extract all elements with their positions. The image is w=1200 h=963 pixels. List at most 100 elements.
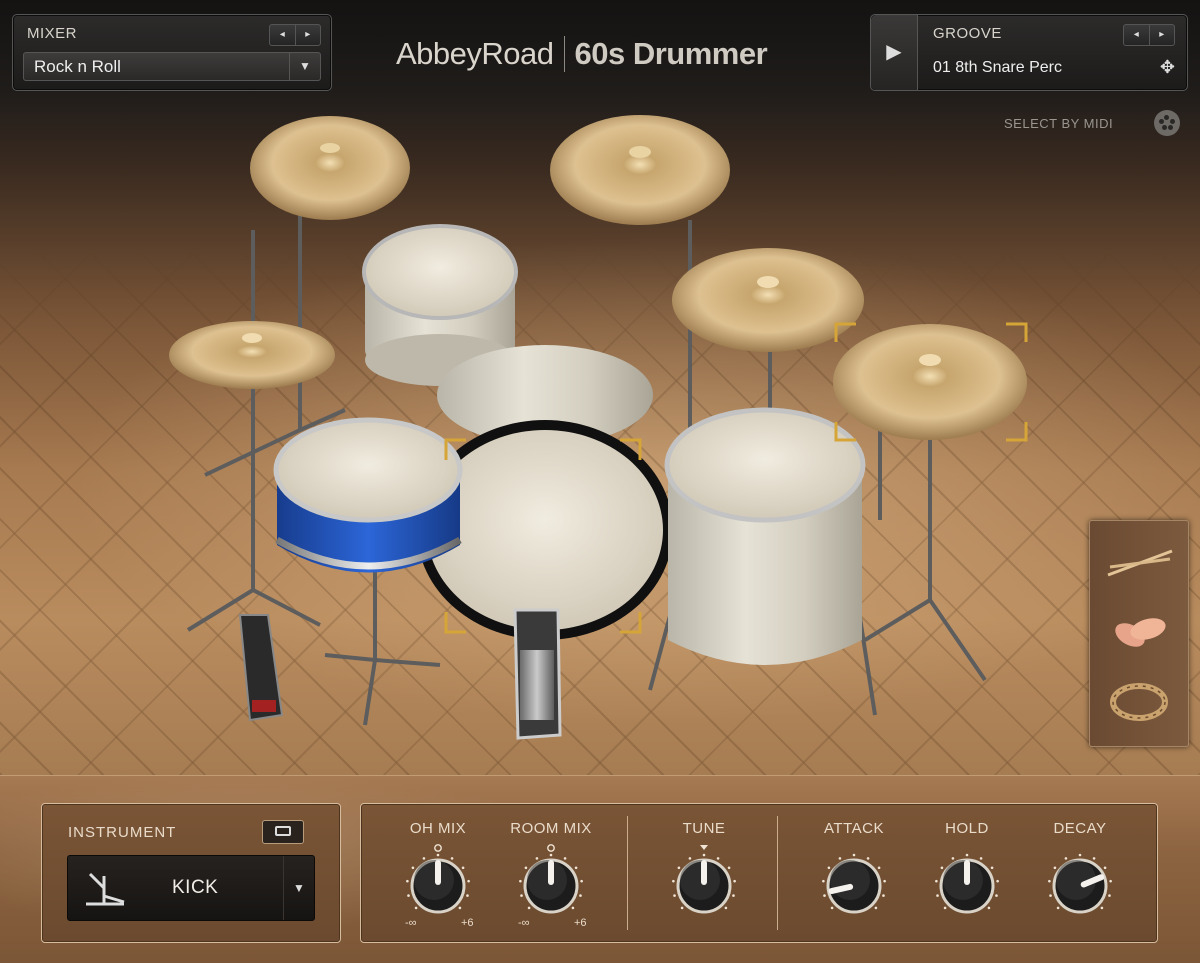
knob-indicator xyxy=(828,883,854,895)
center-detent-icon xyxy=(434,844,442,852)
knob-tick xyxy=(677,866,681,870)
knob-tick xyxy=(414,906,418,910)
mixer-label: MIXER xyxy=(27,25,78,42)
knob-tick xyxy=(733,879,736,883)
divider xyxy=(627,816,628,930)
knob-tick xyxy=(1048,879,1051,883)
knob-tick xyxy=(436,853,440,857)
hold-control: HOLD xyxy=(912,804,1022,942)
mixer-next-icon[interactable]: ▸ xyxy=(294,25,321,45)
knob-tick xyxy=(1103,866,1107,870)
drag-midi-icon[interactable]: ✥ xyxy=(1160,57,1175,78)
divider xyxy=(777,816,778,930)
hi-hat[interactable] xyxy=(169,321,335,389)
chevron-down-icon[interactable]: ▼ xyxy=(283,856,314,920)
brand-sub: 60s Drummer xyxy=(574,36,768,71)
knob-tick xyxy=(458,906,462,910)
snare-drum[interactable] xyxy=(273,417,463,573)
knob-tick xyxy=(1100,906,1104,910)
room-mix-knob[interactable] xyxy=(519,840,583,918)
control-strip: INSTRUMENT KICK ▼ OH MIX -∞ +6 ROOM MIX … xyxy=(0,775,1200,963)
decay-knob[interactable] xyxy=(1048,840,1112,918)
knob-tick xyxy=(996,879,999,883)
oh-mix-label: OH MIX xyxy=(409,820,467,837)
hold-label: HOLD xyxy=(945,820,989,837)
knob-tick xyxy=(874,906,878,910)
tune-label: TUNE xyxy=(682,820,726,837)
groove-label: GROOVE xyxy=(933,25,1002,42)
knob-tick xyxy=(549,853,553,857)
oh-mix-min: -∞ xyxy=(405,917,417,929)
knob-tick xyxy=(822,879,825,883)
knob-tick xyxy=(716,857,720,860)
chevron-down-icon[interactable]: ▼ xyxy=(289,53,320,80)
midi-port-icon[interactable] xyxy=(1154,110,1180,136)
cymbal-ride-back[interactable] xyxy=(550,115,730,225)
knob-tick xyxy=(732,894,735,897)
room-mix-control: ROOM MIX -∞ +6 xyxy=(496,804,606,942)
knob-tick xyxy=(979,857,983,860)
knob-tick xyxy=(1056,906,1060,910)
attack-control: ATTACK xyxy=(799,804,909,942)
knob-tick xyxy=(524,866,528,870)
mixer-panel: MIXER ◂ ▸ Rock n Roll ▼ xyxy=(12,14,332,91)
oh-mix-control: OH MIX -∞ +6 xyxy=(383,804,493,942)
knob-tick xyxy=(827,866,831,870)
center-detent-icon xyxy=(700,845,708,850)
knob-tick xyxy=(1049,894,1052,897)
knob-tick xyxy=(935,879,938,883)
floor-tom[interactable] xyxy=(664,407,866,665)
knob-tick xyxy=(987,906,991,910)
knob-tick xyxy=(943,906,947,910)
attack-knob[interactable] xyxy=(822,840,886,918)
groove-next-icon[interactable]: ▸ xyxy=(1148,25,1175,45)
knob-tick xyxy=(990,866,994,870)
mixer-preset-select[interactable]: Rock n Roll ▼ xyxy=(23,52,321,81)
kick-pedal xyxy=(513,608,562,740)
room-mix-max: +6 xyxy=(574,917,587,929)
mixer-prev-next: ◂ ▸ xyxy=(269,24,321,46)
knob-tick xyxy=(995,894,998,897)
knob-tick xyxy=(580,879,583,883)
knob-shine xyxy=(943,860,983,900)
knob-tick xyxy=(936,894,939,897)
knob-tick xyxy=(1064,857,1068,860)
knob-tick xyxy=(1053,866,1057,870)
knob-tick xyxy=(1092,857,1096,860)
cymbal-crash-front-right[interactable] xyxy=(833,324,1027,440)
decay-control: DECAY xyxy=(1025,804,1135,942)
tambourine-icon[interactable] xyxy=(1100,671,1178,733)
hold-knob[interactable] xyxy=(935,840,999,918)
room-mix-min: -∞ xyxy=(518,917,530,929)
articulation-panel xyxy=(1089,520,1189,747)
instrument-label: INSTRUMENT xyxy=(68,824,177,841)
tune-knob[interactable] xyxy=(672,840,736,918)
center-detent-icon xyxy=(547,844,555,852)
knob-tick xyxy=(519,879,522,883)
mixer-prev-icon[interactable]: ◂ xyxy=(270,25,295,45)
knob-tick xyxy=(450,857,454,860)
knob-tick xyxy=(673,894,676,897)
select-by-midi-label[interactable]: SELECT BY MIDI xyxy=(1004,116,1113,131)
knob-shine xyxy=(680,860,720,900)
brand-main: AbbeyRoad xyxy=(396,36,554,71)
mixer-preset-value: Rock n Roll xyxy=(34,57,121,76)
knob-tick xyxy=(688,857,692,860)
sticks-icon[interactable] xyxy=(1100,531,1178,593)
instrument-mode-icon[interactable] xyxy=(262,820,304,844)
hands-icon[interactable] xyxy=(1100,601,1178,663)
instrument-select[interactable]: KICK ▼ xyxy=(67,855,315,921)
knob-tick xyxy=(877,866,881,870)
play-icon[interactable]: ▶ xyxy=(871,15,918,90)
tune-control: TUNE xyxy=(649,804,759,942)
knob-tick xyxy=(823,894,826,897)
kick-pedal-icon xyxy=(86,872,125,906)
knob-tick xyxy=(866,857,870,860)
knob-tick xyxy=(724,906,728,910)
groove-name[interactable]: 01 8th Snare Perc xyxy=(933,59,1062,77)
knob-shine xyxy=(527,860,567,900)
cymbal-crash-left[interactable] xyxy=(250,116,410,220)
knob-tick xyxy=(838,857,842,860)
oh-mix-knob[interactable] xyxy=(406,840,470,918)
groove-prev-icon[interactable]: ◂ xyxy=(1124,25,1149,45)
